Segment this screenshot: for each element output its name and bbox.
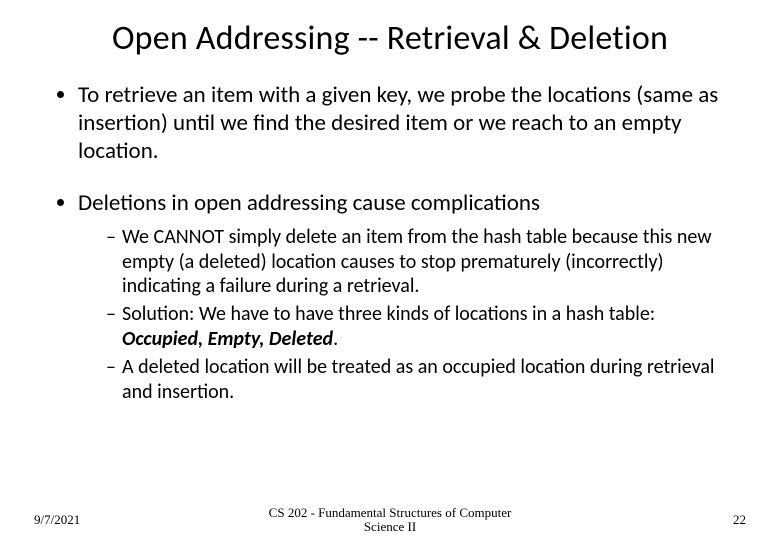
sub-bullet-list: We CANNOT simply delete an item from the… bbox=[78, 225, 730, 404]
slide: Open Addressing -- Retrieval & Deletion … bbox=[0, 0, 780, 540]
footer-page-number: 22 bbox=[733, 512, 746, 528]
footer-date: 9/7/2021 bbox=[34, 512, 80, 528]
bullet-text: Deletions in open addressing cause compl… bbox=[78, 189, 540, 217]
bullet-item: Deletions in open addressing cause compl… bbox=[78, 189, 730, 404]
sub-bullet-item: We CANNOT simply delete an item from the… bbox=[106, 225, 730, 298]
slide-footer: 9/7/2021 CS 202 - Fundamental Structures… bbox=[0, 512, 780, 528]
emphasis-text: Occupied, Empty, Deleted bbox=[122, 327, 333, 351]
footer-course: CS 202 - Fundamental Structures of Compu… bbox=[260, 506, 520, 535]
slide-title: Open Addressing -- Retrieval & Deletion bbox=[40, 18, 740, 59]
bullet-item: To retrieve an item with a given key, we… bbox=[78, 81, 730, 165]
sub-bullet-item: Solution: We have to have three kinds of… bbox=[106, 302, 730, 351]
sub-bullet-text: Solution: We have to have three kinds of… bbox=[122, 302, 655, 326]
slide-content: To retrieve an item with a given key, we… bbox=[40, 81, 740, 404]
sub-bullet-item: A deleted location will be treated as an… bbox=[106, 355, 730, 404]
bullet-list: To retrieve an item with a given key, we… bbox=[50, 81, 730, 404]
sub-bullet-text: . bbox=[333, 327, 338, 351]
